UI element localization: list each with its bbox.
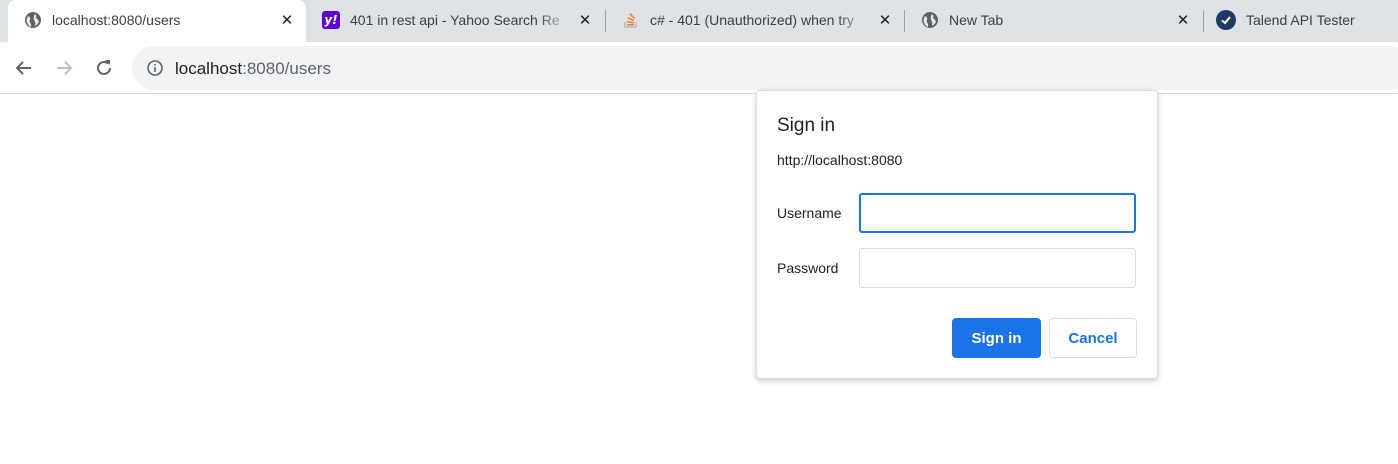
address-bar[interactable]: localhost:8080/users (132, 46, 1398, 90)
tab-strip: localhost:8080/users ✕ y! 401 in rest ap… (0, 0, 1398, 42)
browser-toolbar: localhost:8080/users (0, 42, 1398, 94)
sign-in-button[interactable]: Sign in (952, 318, 1041, 358)
arrow-left-icon[interactable] (12, 56, 36, 80)
talend-check-icon (1216, 10, 1236, 30)
close-tab-icon[interactable]: ✕ (576, 11, 594, 29)
username-field[interactable] (859, 193, 1136, 233)
globe-icon (921, 11, 939, 29)
info-circle-icon[interactable] (146, 59, 164, 77)
url-host: localhost (175, 59, 243, 78)
tab-title: localhost:8080/users (52, 12, 181, 28)
password-field[interactable] (859, 248, 1136, 288)
yahoo-icon: y! (322, 11, 340, 29)
dialog-title: Sign in (777, 115, 836, 136)
password-label: Password (777, 260, 839, 276)
tab-title: c# - 401 (Unauthorized) when try (650, 12, 854, 28)
url-path: :8080/users (242, 59, 331, 78)
tab-yahoo-search[interactable]: y! 401 in rest api - Yahoo Search Re ✕ (306, 0, 604, 42)
stackoverflow-icon (622, 11, 640, 29)
tab-title: New Tab (949, 12, 1004, 28)
username-label: Username (777, 205, 842, 221)
dialog-origin: http://localhost:8080 (777, 152, 903, 168)
url-text[interactable]: localhost:8080/users (175, 59, 331, 79)
globe-icon (24, 11, 42, 29)
arrow-right-icon[interactable] (52, 56, 76, 80)
sign-in-dialog: Sign in http://localhost:8080 Username P… (756, 90, 1158, 379)
close-tab-icon[interactable]: ✕ (278, 11, 296, 29)
tab-title: 401 in rest api - Yahoo Search Re (350, 12, 560, 28)
close-tab-icon[interactable]: ✕ (876, 11, 894, 29)
tab-new-tab[interactable]: New Tab ✕ (905, 0, 1203, 42)
tab-title: Talend API Tester (1246, 12, 1355, 28)
tab-localhost-users[interactable]: localhost:8080/users ✕ (8, 0, 306, 42)
reload-icon[interactable] (92, 56, 116, 80)
close-tab-icon[interactable]: ✕ (1174, 11, 1192, 29)
cancel-button[interactable]: Cancel (1049, 318, 1137, 358)
tab-talend-api-tester[interactable]: Talend API Tester (1204, 0, 1398, 42)
tab-stackoverflow[interactable]: c# - 401 (Unauthorized) when try ✕ (606, 0, 904, 42)
